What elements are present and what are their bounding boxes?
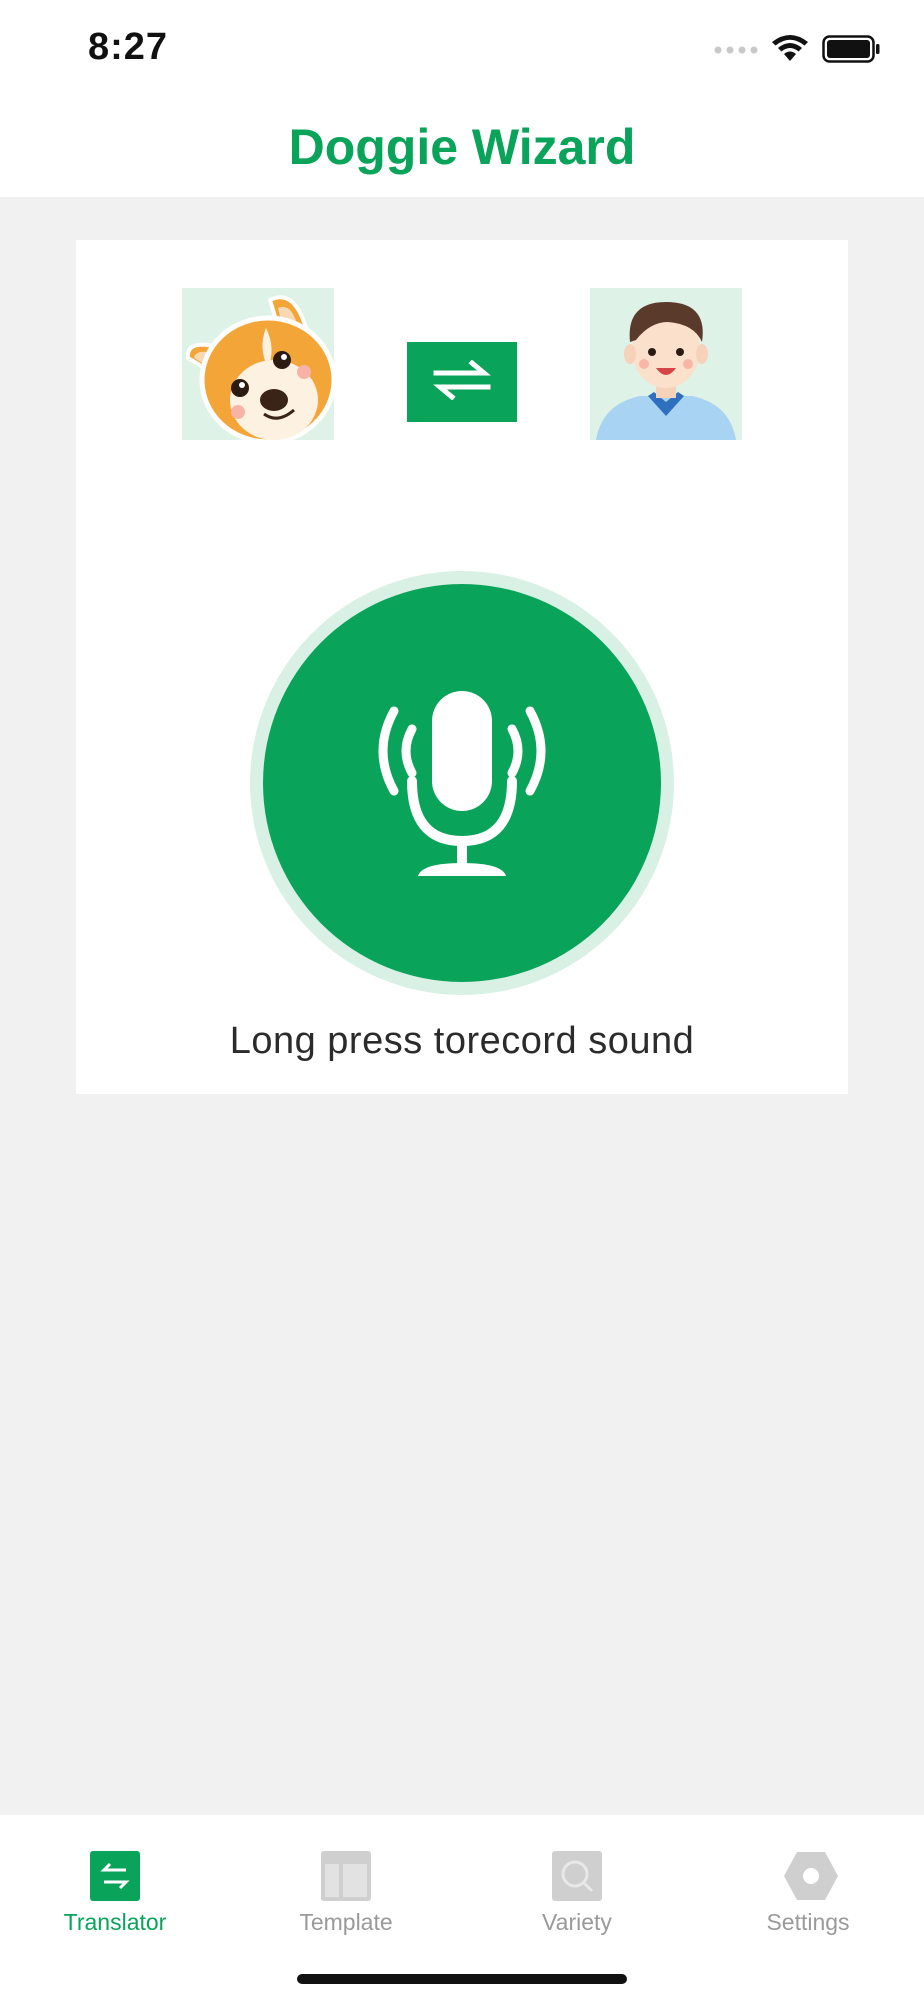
microphone-icon [352,671,572,896]
status-bar: 8:27 [0,0,924,100]
translator-card: Long press torecord sound [76,240,848,1094]
template-icon [321,1851,371,1901]
human-avatar[interactable] [590,288,742,440]
settings-icon [783,1851,838,1901]
tab-settings[interactable]: Settings [708,1833,908,1943]
tab-label: Settings [766,1909,850,1935]
record-button[interactable] [263,584,661,982]
swap-arrows-icon [432,358,492,405]
tab-label: Template [299,1909,393,1935]
record-hint: Long press torecord sound [229,1020,695,1062]
tab-label: Translator [63,1909,167,1935]
wifi-icon [772,34,808,68]
tab-template[interactable]: Template [246,1833,446,1943]
swap-button[interactable] [407,342,517,422]
nav-bar: Doggie Wizard [0,100,924,197]
signal-dots-icon [714,42,758,60]
tab-bar: Translator Template Variety Settings [0,1815,924,2000]
variety-icon [552,1851,602,1901]
home-indicator [297,1974,627,1984]
page-title: Doggie Wizard [288,118,636,175]
battery-icon [822,34,880,68]
tab-label: Variety [542,1909,612,1935]
tab-variety[interactable]: Variety [477,1833,677,1943]
dog-avatar[interactable] [182,288,334,440]
status-time: 8:27 [88,26,169,68]
status-icons [714,34,880,68]
translate-icon [90,1851,140,1901]
tab-translator[interactable]: Translator [15,1833,215,1943]
